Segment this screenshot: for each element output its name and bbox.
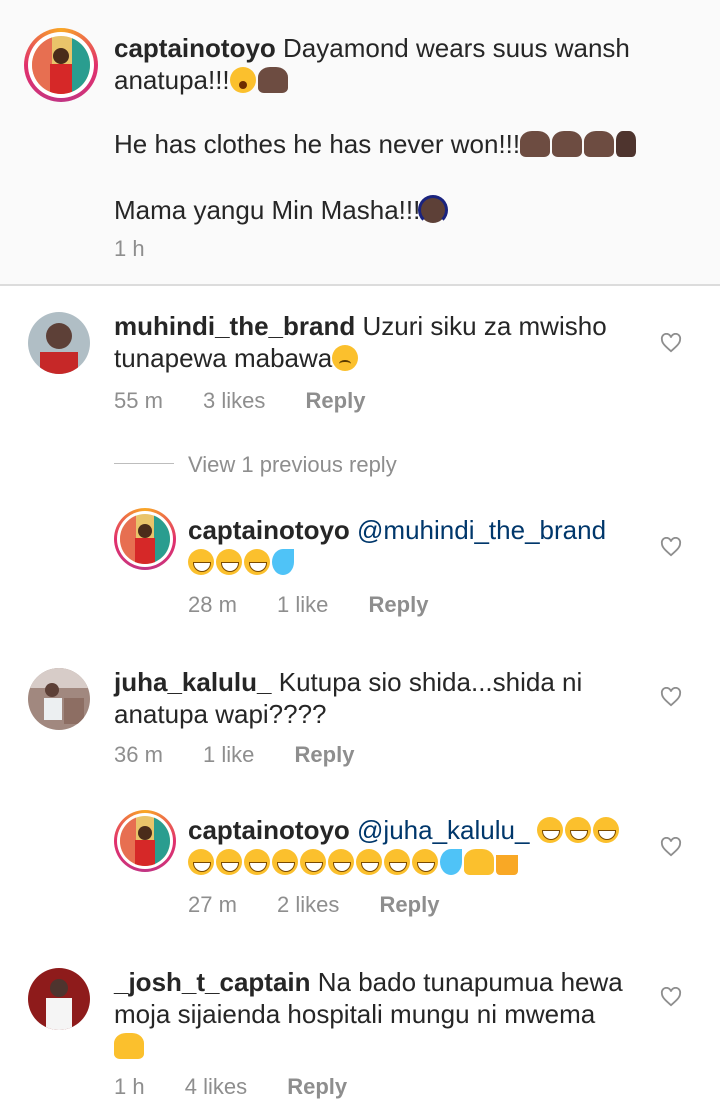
raising-hands-icon xyxy=(257,67,288,93)
comment-likes[interactable]: 3 likes xyxy=(203,388,265,413)
reply-button[interactable]: Reply xyxy=(369,592,429,617)
avatar-image xyxy=(28,668,90,730)
sweat-droplets-icon xyxy=(272,549,294,575)
comment-username[interactable]: captainotoyo xyxy=(188,515,350,545)
comment-meta: 1 h 4 likes Reply xyxy=(114,1074,381,1100)
reply-button[interactable]: Reply xyxy=(380,892,440,917)
comment-meta: 55 m 3 likes Reply xyxy=(114,388,399,414)
avatar-image xyxy=(28,968,90,1030)
raising-hands-icon xyxy=(114,1033,144,1059)
view-replies-line xyxy=(114,463,174,464)
heart-outline-icon[interactable] xyxy=(660,987,682,1007)
avatar-image xyxy=(32,36,90,94)
comment-body: moja sijaienda hospitali mungu ni mwema xyxy=(114,999,596,1029)
caption-text: He has clothes he has never won!!! xyxy=(114,128,704,160)
grinning-sweat-icon xyxy=(216,549,242,575)
comment-text: juha_kalulu_ Kutupa sio shida...shida ni… xyxy=(114,666,644,730)
heart-outline-icon[interactable] xyxy=(660,333,682,353)
mention-link[interactable]: @muhindi_the_brand xyxy=(357,515,606,545)
beer-mug-icon xyxy=(496,849,518,875)
comment-time: 27 m xyxy=(188,892,237,917)
victory-hand-icon xyxy=(616,131,637,157)
heart-outline-icon[interactable] xyxy=(660,687,682,707)
mention-link[interactable]: @juha_kalulu_ xyxy=(357,815,529,845)
comment-meta: 28 m 1 like Reply xyxy=(188,592,462,618)
raising-hands-icon xyxy=(584,131,615,157)
grinning-sweat-icon xyxy=(272,849,298,875)
caption-line: Mama yangu Min Masha!!! xyxy=(114,195,421,225)
grinning-sweat-icon xyxy=(188,849,214,875)
comment-body: tunapewa mabawa xyxy=(114,343,333,373)
comment-username[interactable]: captainotoyo xyxy=(188,815,350,845)
avatar[interactable] xyxy=(28,312,90,374)
caption-line: He has clothes he has never won!!! xyxy=(114,129,521,159)
comment-body: Uzuri siku za mwisho xyxy=(362,311,607,341)
comment-likes[interactable]: 1 like xyxy=(203,742,254,767)
grinning-sweat-icon xyxy=(300,849,326,875)
grinning-sweat-icon xyxy=(384,849,410,875)
comment-username[interactable]: juha_kalulu_ xyxy=(114,667,272,697)
comment-meta: 1 h xyxy=(114,236,179,262)
comment-text: captainotoyo @juha_kalulu_ xyxy=(188,814,648,878)
view-previous-replies[interactable]: View 1 previous reply xyxy=(188,452,397,478)
comment-time: 36 m xyxy=(114,742,163,767)
grinning-sweat-icon xyxy=(244,849,270,875)
comment-text: muhindi_the_brand Uzuri siku za mwisho t… xyxy=(114,310,644,374)
comment-time: 1 h xyxy=(114,1074,145,1099)
comment-body: anatupa wapi???? xyxy=(114,699,327,729)
grinning-sweat-icon xyxy=(564,817,591,843)
grinning-sweat-icon xyxy=(188,549,214,575)
caption-text: Mama yangu Min Masha!!! xyxy=(114,194,704,226)
comment-text: captainotoyo @muhindi_the_brand xyxy=(188,514,648,578)
raising-hands-icon xyxy=(464,849,494,875)
grinning-sweat-icon xyxy=(244,549,270,575)
caption-line: Dayamond wears suus wansh xyxy=(283,33,630,63)
grinning-sweat-icon xyxy=(328,849,354,875)
comment-body: Na bado tunapumua hewa xyxy=(317,967,623,997)
avatar-image xyxy=(120,816,170,866)
comment-time: 55 m xyxy=(114,388,163,413)
comment-time: 28 m xyxy=(188,592,237,617)
sweat-droplets-icon xyxy=(440,849,462,875)
raising-hands-icon xyxy=(552,131,583,157)
grinning-sweat-icon xyxy=(536,817,563,843)
avatar-image xyxy=(28,312,90,374)
comment-likes[interactable]: 2 likes xyxy=(277,892,339,917)
avatar[interactable] xyxy=(32,36,90,94)
frowning-face-icon xyxy=(332,345,359,371)
heart-outline-icon[interactable] xyxy=(660,837,682,857)
reply-button[interactable]: Reply xyxy=(287,1074,347,1099)
avatar[interactable] xyxy=(28,968,90,1030)
avatar-image xyxy=(120,514,170,564)
comment-meta: 27 m 2 likes Reply xyxy=(188,892,473,918)
flushed-face-icon xyxy=(229,67,256,93)
comment-likes[interactable]: 4 likes xyxy=(185,1074,247,1099)
avatar[interactable] xyxy=(120,514,170,564)
avatar[interactable] xyxy=(28,668,90,730)
woman-gesturing-ok-icon xyxy=(418,195,449,225)
avatar[interactable] xyxy=(120,816,170,866)
caption-line: anatupa!!! xyxy=(114,65,230,95)
comment-text: _josh_t_captain Na bado tunapumua hewa m… xyxy=(114,966,654,1062)
comment-username[interactable]: muhindi_the_brand xyxy=(114,311,355,341)
comment-body: Kutupa sio shida...shida ni xyxy=(278,667,583,697)
comment-time: 1 h xyxy=(114,236,145,261)
grinning-sweat-icon xyxy=(356,849,382,875)
reply-button[interactable]: Reply xyxy=(306,388,366,413)
comment-username[interactable]: captainotoyo xyxy=(114,33,276,63)
comment-likes[interactable]: 1 like xyxy=(277,592,328,617)
caption-text: captainotoyo Dayamond wears suus wansh a… xyxy=(114,32,704,96)
reply-button[interactable]: Reply xyxy=(295,742,355,767)
divider xyxy=(0,284,720,286)
raising-hands-icon xyxy=(520,131,551,157)
comment-meta: 36 m 1 like Reply xyxy=(114,742,388,768)
grinning-sweat-icon xyxy=(412,849,438,875)
grinning-sweat-icon xyxy=(592,817,619,843)
grinning-sweat-icon xyxy=(216,849,242,875)
post-caption: captainotoyo Dayamond wears suus wansh a… xyxy=(0,0,720,284)
heart-outline-icon[interactable] xyxy=(660,537,682,557)
comment-username[interactable]: _josh_t_captain xyxy=(114,967,311,997)
